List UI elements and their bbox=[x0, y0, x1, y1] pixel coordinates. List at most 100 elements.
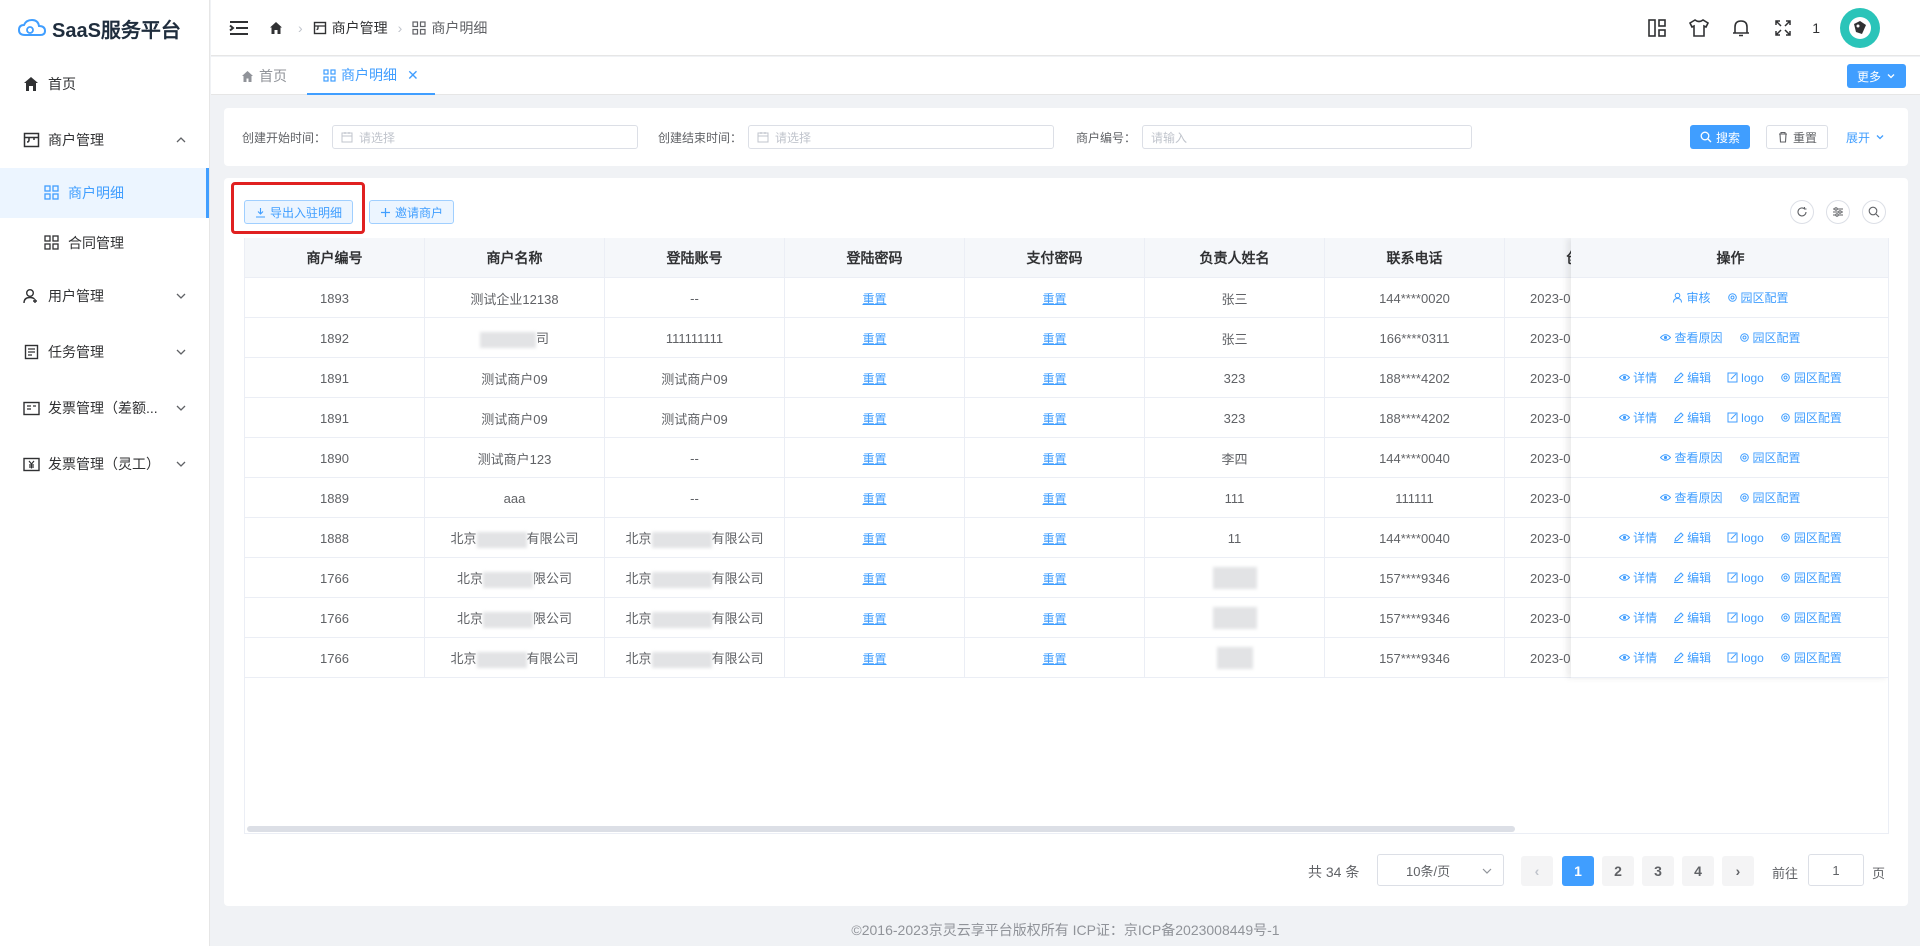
start-time-picker[interactable]: 请选择 bbox=[332, 125, 638, 149]
edit-action[interactable]: 编辑 bbox=[1673, 409, 1711, 426]
page-button-1[interactable]: 1 bbox=[1562, 856, 1594, 886]
breadcrumb-item[interactable]: 商户管理 bbox=[332, 18, 388, 38]
sidebar-item-tasks[interactable]: 任务管理 bbox=[0, 324, 209, 380]
refresh-button[interactable] bbox=[1790, 200, 1814, 224]
reset-pay-password-link[interactable]: 重置 bbox=[965, 638, 1145, 678]
more-button[interactable]: 更多 bbox=[1846, 64, 1906, 88]
toggle-search-button[interactable] bbox=[1862, 200, 1886, 224]
edit-action[interactable]: 编辑 bbox=[1673, 569, 1711, 586]
edit-action[interactable]: 编辑 bbox=[1673, 649, 1711, 666]
app-logo[interactable]: SaaS服务平台 bbox=[0, 0, 209, 56]
sidebar-subitem-merchant-detail[interactable]: 商户明细 bbox=[0, 168, 209, 218]
detail-action[interactable]: 详情 bbox=[1619, 369, 1657, 386]
reset-login-password-link[interactable]: 重置 bbox=[785, 358, 965, 398]
reset-pay-password-link[interactable]: 重置 bbox=[965, 438, 1145, 478]
logo-action[interactable]: logo bbox=[1727, 571, 1764, 585]
reset-login-password-link[interactable]: 重置 bbox=[785, 478, 965, 518]
park-config-action[interactable]: 园区配置 bbox=[1739, 329, 1801, 346]
reset-pay-password-link[interactable]: 重置 bbox=[965, 278, 1145, 318]
next-page-button[interactable]: › bbox=[1722, 856, 1754, 886]
action-label: 园区配置 bbox=[1793, 611, 1842, 625]
home-icon[interactable] bbox=[269, 21, 283, 35]
cell-contact-name: 李四 bbox=[1145, 438, 1325, 478]
detail-action[interactable]: 详情 bbox=[1619, 609, 1657, 626]
sidebar-subitem-contract[interactable]: 合同管理 bbox=[0, 218, 209, 268]
sidebar-item-merchant[interactable]: 商户管理 bbox=[0, 112, 209, 168]
sidebar-item-home[interactable]: 首页 bbox=[0, 56, 209, 112]
end-time-picker[interactable]: 请选择 bbox=[748, 125, 1054, 149]
park-config-action[interactable]: 园区配置 bbox=[1780, 649, 1842, 666]
cell-merchant-id: 1888 bbox=[245, 518, 425, 558]
tab-home[interactable]: 首页 bbox=[241, 57, 287, 95]
merchant-id-input[interactable]: 请输入 bbox=[1142, 125, 1472, 149]
park-config-action[interactable]: 园区配置 bbox=[1780, 409, 1842, 426]
edit-action[interactable]: 编辑 bbox=[1673, 529, 1711, 546]
reset-login-password-link[interactable]: 重置 bbox=[785, 278, 965, 318]
edit-action[interactable]: 编辑 bbox=[1673, 369, 1711, 386]
page-button-4[interactable]: 4 bbox=[1682, 856, 1714, 886]
detail-action[interactable]: 详情 bbox=[1619, 649, 1657, 666]
logo-action[interactable]: logo bbox=[1727, 651, 1764, 665]
horizontal-scrollbar[interactable] bbox=[247, 826, 1515, 832]
grid-icon bbox=[44, 185, 60, 201]
park-config-action[interactable]: 园区配置 bbox=[1727, 289, 1789, 306]
page-size-select[interactable]: 10条/页 bbox=[1377, 854, 1504, 886]
tab-merchant-detail[interactable]: 商户明细 ✕ bbox=[307, 57, 435, 95]
sidebar-item-invoice-diff[interactable]: 发票管理（差额... bbox=[0, 380, 209, 436]
reset-login-password-link[interactable]: 重置 bbox=[785, 438, 965, 478]
park-config-action[interactable]: 园区配置 bbox=[1780, 569, 1842, 586]
reset-pay-password-link[interactable]: 重置 bbox=[965, 318, 1145, 358]
layout-icon[interactable] bbox=[1646, 17, 1668, 39]
goto-page-input[interactable]: 1 bbox=[1808, 854, 1864, 886]
avatar[interactable] bbox=[1840, 8, 1880, 48]
reset-login-password-link[interactable]: 重置 bbox=[785, 558, 965, 598]
page-button-3[interactable]: 3 bbox=[1642, 856, 1674, 886]
fullscreen-icon[interactable] bbox=[1772, 17, 1794, 39]
reset-button[interactable]: 重置 bbox=[1766, 125, 1829, 149]
invite-merchant-button[interactable]: 邀请商户 bbox=[369, 200, 455, 224]
table-panel: 导出入驻明细 邀请商户 商户编号 商户名称 登陆账号 登陆密码 支付密码 负责人… bbox=[224, 178, 1908, 906]
bell-icon[interactable] bbox=[1730, 17, 1752, 39]
menu-toggle-icon[interactable] bbox=[229, 20, 249, 36]
reset-pay-password-link[interactable]: 重置 bbox=[965, 518, 1145, 558]
expand-button[interactable]: 展开 bbox=[1836, 125, 1895, 149]
park-config-action[interactable]: 园区配置 bbox=[1780, 529, 1842, 546]
column-header: 联系电话 bbox=[1325, 238, 1505, 278]
sidebar-item-invoice-flex[interactable]: 发票管理（灵工） bbox=[0, 436, 209, 492]
logo-action[interactable]: logo bbox=[1727, 371, 1764, 385]
sidebar-subitem-label: 合同管理 bbox=[68, 235, 124, 251]
park-config-action[interactable]: 园区配置 bbox=[1739, 489, 1801, 506]
reset-login-password-link[interactable]: 重置 bbox=[785, 318, 965, 358]
column-settings-button[interactable] bbox=[1826, 200, 1850, 224]
reset-pay-password-link[interactable]: 重置 bbox=[965, 598, 1145, 638]
sidebar-item-users[interactable]: 用户管理 bbox=[0, 268, 209, 324]
approve-action[interactable]: 审核 bbox=[1672, 289, 1711, 306]
park-config-action[interactable]: 园区配置 bbox=[1739, 449, 1801, 466]
detail-action[interactable]: 详情 bbox=[1619, 409, 1657, 426]
footer-copyright: ©2016-2023京灵云享平台版权所有 ICP证：京ICP备202300844… bbox=[851, 922, 1280, 938]
search-button[interactable]: 搜索 bbox=[1690, 125, 1751, 149]
view-reason-action[interactable]: 查看原因 bbox=[1660, 449, 1723, 466]
logo-action[interactable]: logo bbox=[1727, 611, 1764, 625]
logo-action[interactable]: logo bbox=[1727, 411, 1764, 425]
view-reason-action[interactable]: 查看原因 bbox=[1660, 329, 1723, 346]
detail-action[interactable]: 详情 bbox=[1619, 529, 1657, 546]
theme-shirt-icon[interactable] bbox=[1688, 17, 1710, 39]
view-reason-action[interactable]: 查看原因 bbox=[1660, 489, 1723, 506]
reset-pay-password-link[interactable]: 重置 bbox=[965, 558, 1145, 598]
edit-action[interactable]: 编辑 bbox=[1673, 609, 1711, 626]
park-config-action[interactable]: 园区配置 bbox=[1780, 369, 1842, 386]
reset-pay-password-link[interactable]: 重置 bbox=[965, 398, 1145, 438]
park-config-action[interactable]: 园区配置 bbox=[1780, 609, 1842, 626]
reset-login-password-link[interactable]: 重置 bbox=[785, 598, 965, 638]
reset-pay-password-link[interactable]: 重置 bbox=[965, 358, 1145, 398]
reset-pay-password-link[interactable]: 重置 bbox=[965, 478, 1145, 518]
reset-login-password-link[interactable]: 重置 bbox=[785, 398, 965, 438]
prev-page-button[interactable]: ‹ bbox=[1521, 856, 1553, 886]
close-icon[interactable]: ✕ bbox=[407, 67, 419, 84]
reset-login-password-link[interactable]: 重置 bbox=[785, 518, 965, 558]
reset-login-password-link[interactable]: 重置 bbox=[785, 638, 965, 678]
page-button-2[interactable]: 2 bbox=[1602, 856, 1634, 886]
logo-action[interactable]: logo bbox=[1727, 531, 1764, 545]
detail-action[interactable]: 详情 bbox=[1619, 569, 1657, 586]
